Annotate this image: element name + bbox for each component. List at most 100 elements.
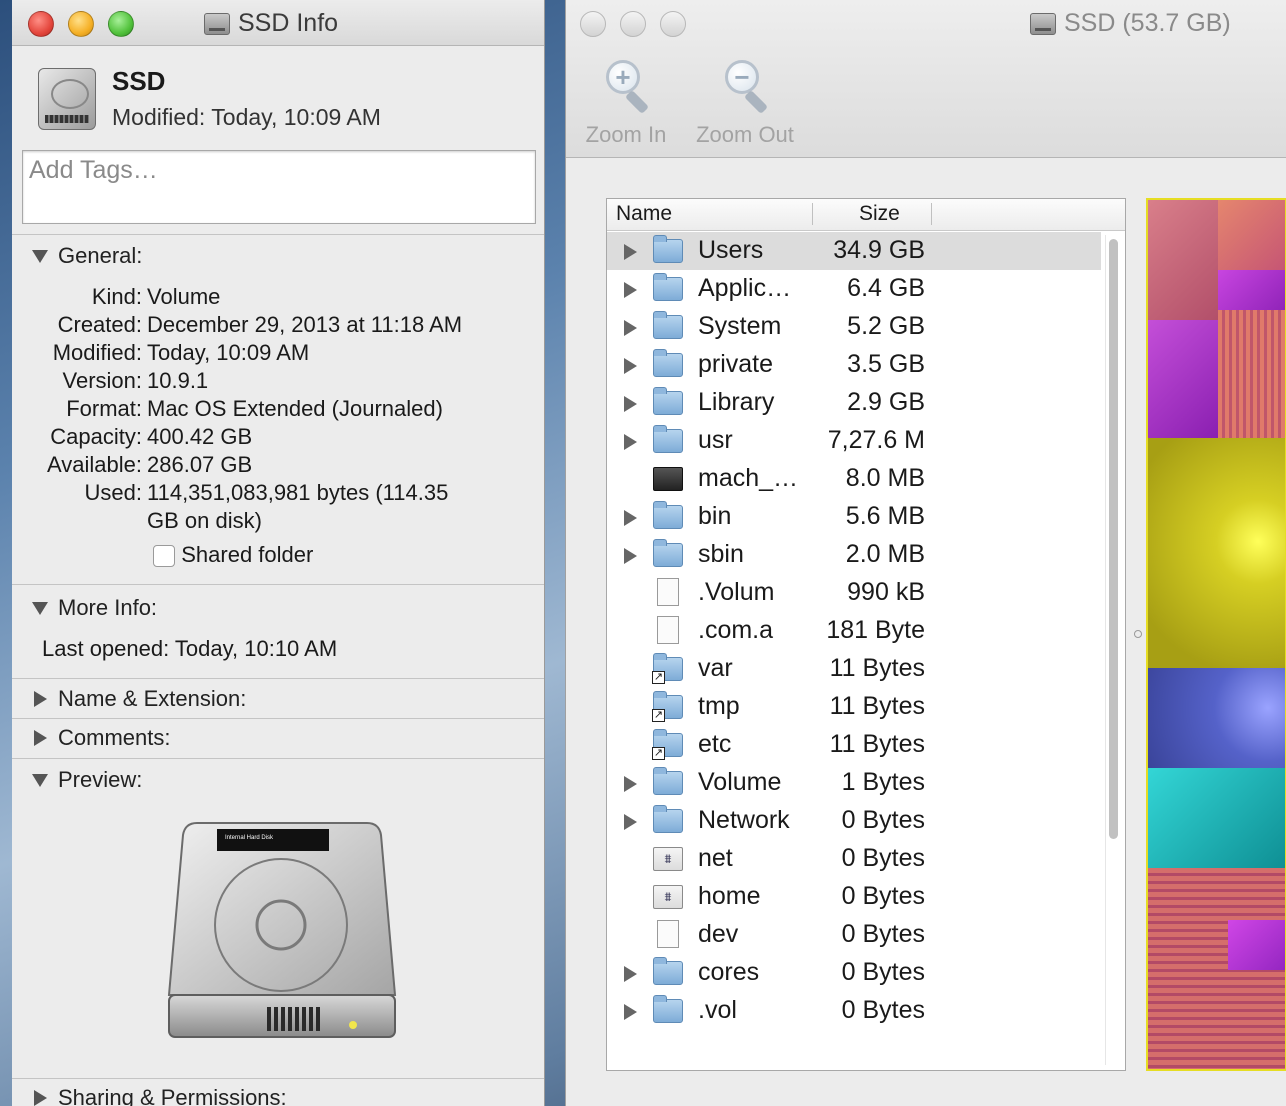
general-toggle[interactable]: General: (32, 243, 142, 269)
table-row[interactable]: .Volum 990 kB (607, 574, 1101, 612)
column-name-header[interactable]: Name (616, 202, 672, 226)
alias-folder-icon: ↗ (652, 729, 683, 760)
table-row[interactable]: usr 7,27.6 M (607, 422, 1101, 460)
disclosure-right-icon[interactable] (624, 244, 637, 260)
table-row[interactable]: Network 0 Bytes (607, 802, 1101, 840)
disclosure-down-icon (32, 249, 48, 263)
zoom-in-button[interactable]: + Zoom In (583, 58, 669, 148)
split-view-handle[interactable] (1134, 630, 1142, 638)
file-table: Name Size Users 34.9 GB Applic… 6.4 GB Syste… (606, 198, 1126, 1071)
close-button[interactable] (580, 11, 606, 37)
disclosure-right-icon[interactable] (624, 396, 637, 412)
row-name: sbin (698, 540, 744, 568)
vertical-scrollbar[interactable] (1105, 235, 1119, 1065)
row-name: .Volum (698, 578, 775, 606)
table-row[interactable]: dev 0 Bytes (607, 916, 1101, 954)
treemap-view[interactable] (1146, 198, 1286, 1071)
row-name: private (698, 350, 774, 378)
scroll-thumb[interactable] (1109, 239, 1118, 839)
table-row[interactable]: ⩩ net 0 Bytes (607, 840, 1101, 878)
kv-value: Mac OS Extended (Journaled) (147, 396, 443, 421)
treemap-block[interactable] (1218, 270, 1285, 310)
table-row[interactable]: Users 34.9 GB (607, 232, 1101, 270)
table-row[interactable]: ⩩ home 0 Bytes (607, 878, 1101, 916)
table-row[interactable]: .vol 0 Bytes (607, 992, 1101, 1030)
table-row[interactable]: Library 2.9 GB (607, 384, 1101, 422)
column-divider[interactable] (812, 203, 813, 225)
disclosure-right-icon[interactable] (624, 282, 637, 298)
treemap-block[interactable] (1148, 438, 1285, 668)
preview-toggle[interactable]: Preview: (32, 767, 142, 793)
disclosure-right-icon[interactable] (624, 814, 637, 830)
kv-value: 400.42 GB (147, 424, 253, 449)
shared-folder-checkbox[interactable] (153, 545, 176, 568)
kv-row: GB on disk) (12, 507, 462, 535)
row-size: 7,27.6 M (827, 426, 925, 454)
treemap-block[interactable] (1228, 920, 1285, 970)
treemap-block[interactable] (1148, 320, 1218, 438)
comments-toggle[interactable]: Comments: (32, 725, 170, 751)
executable-icon (653, 467, 683, 491)
row-size: 3.5 GB (847, 350, 925, 378)
treemap-block[interactable] (1218, 200, 1285, 270)
kv-key: Kind: (91, 284, 142, 309)
close-button[interactable] (28, 11, 54, 37)
zoom-button[interactable] (660, 11, 686, 37)
row-size: 5.2 GB (847, 312, 925, 340)
row-size: 0 Bytes (841, 844, 925, 872)
zoom-out-button[interactable]: − Zoom Out (690, 58, 800, 148)
minimize-button[interactable] (68, 11, 94, 37)
disk-title-label: SSD (53.7 GB) (1064, 9, 1231, 37)
more-info-toggle[interactable]: More Info: (32, 595, 157, 621)
kv-value: December 29, 2013 at 11:18 AM (147, 312, 463, 337)
disclosure-right-icon[interactable] (624, 358, 637, 374)
kv-row: Kind: Volume (12, 283, 462, 311)
row-size: 0 Bytes (841, 806, 925, 834)
table-row[interactable]: ↗ tmp 11 Bytes (607, 688, 1101, 726)
name-extension-toggle[interactable]: Name & Extension: (32, 686, 246, 712)
row-name: Network (698, 806, 790, 834)
treemap-block[interactable] (1218, 310, 1285, 438)
row-size: 5.6 MB (845, 502, 925, 530)
table-row[interactable]: ↗ var 11 Bytes (607, 650, 1101, 688)
toolbar: SSD (53.7 GB) + Zoom In − Zoom Out (566, 0, 1286, 158)
treemap-block[interactable] (1148, 668, 1285, 768)
table-row[interactable]: .com.a 181 Byte (607, 612, 1101, 650)
table-row[interactable]: sbin 2.0 MB (607, 536, 1101, 574)
row-name: var (698, 654, 733, 682)
table-row[interactable]: Volume 1 Bytes (607, 764, 1101, 802)
treemap-block[interactable] (1148, 768, 1285, 868)
sharing-toggle[interactable]: Sharing & Permissions: (32, 1085, 287, 1106)
table-row[interactable]: bin 5.6 MB (607, 498, 1101, 536)
sharing-section: Sharing & Permissions: (12, 1078, 544, 1106)
disclosure-right-icon[interactable] (624, 320, 637, 336)
disk-usage-window: SSD (53.7 GB) + Zoom In − Zoom Out Name … (565, 0, 1286, 1106)
item-modified: Modified: Today, 10:09 AM (112, 104, 381, 130)
table-row[interactable]: cores 0 Bytes (607, 954, 1101, 992)
applications-folder-icon (653, 273, 683, 301)
treemap-block[interactable] (1148, 200, 1218, 320)
zoom-button[interactable] (108, 11, 134, 37)
kv-key: Used: (84, 480, 142, 505)
column-divider[interactable] (931, 203, 932, 225)
table-row[interactable]: System 5.2 GB (607, 308, 1101, 346)
zoom-in-icon: + (604, 58, 650, 116)
table-header: Name Size (607, 199, 1125, 231)
disclosure-right-icon[interactable] (624, 434, 637, 450)
row-size: 11 Bytes (829, 692, 925, 720)
tags-input[interactable]: Add Tags… (22, 150, 536, 224)
minimize-button[interactable] (620, 11, 646, 37)
disclosure-right-icon[interactable] (624, 966, 637, 982)
table-row[interactable]: mach_… 8.0 MB (607, 460, 1101, 498)
disclosure-right-icon (34, 1090, 47, 1106)
table-row[interactable]: Applic… 6.4 GB (607, 270, 1101, 308)
kv-value: 10.9.1 (147, 368, 209, 393)
disclosure-right-icon[interactable] (624, 548, 637, 564)
table-row[interactable]: ↗ etc 11 Bytes (607, 726, 1101, 764)
disclosure-right-icon[interactable] (624, 776, 637, 792)
column-size-header[interactable]: Size (859, 202, 900, 226)
table-row[interactable]: private 3.5 GB (607, 346, 1101, 384)
disclosure-right-icon[interactable] (624, 1004, 637, 1020)
disclosure-right-icon[interactable] (624, 510, 637, 526)
kv-row: Created: December 29, 2013 at 11:18 AM (12, 311, 463, 339)
